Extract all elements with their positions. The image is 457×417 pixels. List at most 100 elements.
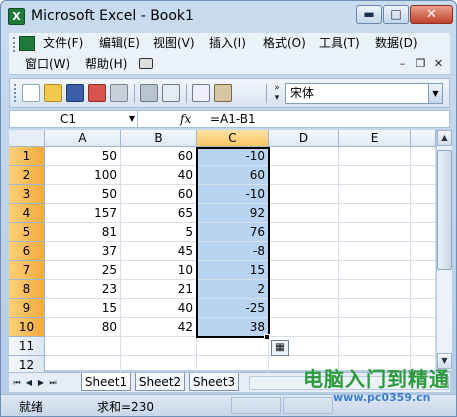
cell-e6[interactable]	[339, 242, 411, 261]
cell-f4[interactable]	[411, 204, 436, 223]
cell-b7[interactable]: 10	[121, 261, 197, 280]
toolbar-grip[interactable]	[14, 84, 17, 102]
row-header[interactable]: 4	[9, 204, 45, 223]
close-button[interactable]: ✕	[410, 5, 453, 24]
cell-e7[interactable]	[339, 261, 411, 280]
cell-f11[interactable]	[411, 337, 436, 356]
cell-d2[interactable]	[269, 166, 339, 185]
chevron-down-icon[interactable]: ▼	[428, 84, 442, 103]
menu-view[interactable]: 视图(V)	[153, 33, 195, 53]
worksheet-grid[interactable]: A B C D E 1 50 60 -10 2 100 40 60 3 50 60 -10 4 157 65…	[9, 130, 436, 375]
cell-d5[interactable]	[269, 223, 339, 242]
tab-sheet1[interactable]: Sheet1	[81, 373, 131, 391]
cell-d1[interactable]	[269, 147, 339, 166]
cell-c3[interactable]: -10	[197, 185, 269, 204]
cell-a8[interactable]: 23	[45, 280, 121, 299]
cell-a9[interactable]: 15	[45, 299, 121, 318]
column-header-b[interactable]: B	[121, 130, 197, 147]
cell-e3[interactable]	[339, 185, 411, 204]
cell-b4[interactable]: 65	[121, 204, 197, 223]
workbook-icon[interactable]	[19, 36, 35, 51]
cell-f8[interactable]	[411, 280, 436, 299]
paste-options-icon[interactable]: ▦	[271, 340, 289, 356]
tab-sheet3[interactable]: Sheet3	[189, 373, 239, 391]
cell-e11[interactable]	[339, 337, 411, 356]
cell-f7[interactable]	[411, 261, 436, 280]
cell-a11[interactable]	[45, 337, 121, 356]
scroll-up-icon[interactable]: ▲	[437, 130, 452, 146]
camera-icon[interactable]	[139, 58, 153, 69]
cell-e5[interactable]	[339, 223, 411, 242]
column-header-overflow[interactable]	[411, 130, 436, 147]
cell-c6[interactable]: -8	[197, 242, 269, 261]
open-folder-icon[interactable]	[44, 84, 62, 102]
toolbar-options-icon[interactable]: » ▾	[273, 83, 281, 104]
cell-b1[interactable]: 60	[121, 147, 197, 166]
scroll-thumb[interactable]	[437, 150, 452, 270]
cell-e2[interactable]	[339, 166, 411, 185]
cell-d8[interactable]	[269, 280, 339, 299]
cell-d3[interactable]	[269, 185, 339, 204]
menu-edit[interactable]: 编辑(E)	[99, 33, 140, 53]
menu-tools[interactable]: 工具(T)	[319, 33, 360, 53]
new-document-icon[interactable]	[22, 84, 40, 102]
title-bar[interactable]: X Microsoft Excel - Book1 ▬ □ ✕	[1, 1, 456, 33]
last-sheet-icon[interactable]: ⏭	[47, 375, 59, 391]
cell-a7[interactable]: 25	[45, 261, 121, 280]
cell-e1[interactable]	[339, 147, 411, 166]
minimize-button[interactable]: ▬	[356, 5, 382, 24]
tab-sheet2[interactable]: Sheet2	[135, 373, 185, 391]
font-name-select[interactable]: 宋体 ▼	[285, 83, 443, 104]
spelling-icon[interactable]	[192, 84, 210, 102]
cell-c11[interactable]	[197, 337, 269, 356]
cell-b5[interactable]: 5	[121, 223, 197, 242]
menu-file[interactable]: 文件(F)	[43, 33, 83, 53]
menu-insert[interactable]: 插入(I)	[209, 33, 246, 53]
cell-c2[interactable]: 60	[197, 166, 269, 185]
scroll-down-icon[interactable]: ▼	[437, 353, 452, 369]
mdi-close-button[interactable]: ✕	[431, 55, 446, 72]
cell-e9[interactable]	[339, 299, 411, 318]
cell-e10[interactable]	[339, 318, 411, 337]
row-header[interactable]: 8	[9, 280, 45, 299]
cell-f1[interactable]	[411, 147, 436, 166]
maximize-button[interactable]: □	[383, 5, 409, 24]
cell-c8[interactable]: 2	[197, 280, 269, 299]
next-sheet-icon[interactable]: ▶	[35, 375, 47, 391]
print-preview-icon[interactable]	[162, 84, 180, 102]
cell-f5[interactable]	[411, 223, 436, 242]
cell-c7[interactable]: 15	[197, 261, 269, 280]
cell-b2[interactable]: 40	[121, 166, 197, 185]
cell-d6[interactable]	[269, 242, 339, 261]
cell-f6[interactable]	[411, 242, 436, 261]
cell-f9[interactable]	[411, 299, 436, 318]
cell-b10[interactable]: 42	[121, 318, 197, 337]
cell-a2[interactable]: 100	[45, 166, 121, 185]
row-header[interactable]: 6	[9, 242, 45, 261]
email-icon[interactable]	[110, 84, 128, 102]
cell-e8[interactable]	[339, 280, 411, 299]
vertical-scrollbar[interactable]: ▲ ▼	[436, 130, 452, 370]
column-header-c[interactable]: C	[197, 130, 269, 147]
column-header-e[interactable]: E	[339, 130, 411, 147]
column-header-d[interactable]: D	[269, 130, 339, 147]
row-header[interactable]: 9	[9, 299, 45, 318]
row-header[interactable]: 7	[9, 261, 45, 280]
menu-grip[interactable]	[13, 37, 16, 52]
permission-icon[interactable]	[88, 84, 106, 102]
select-all-corner[interactable]	[9, 130, 45, 147]
cell-b6[interactable]: 45	[121, 242, 197, 261]
formula-input[interactable]: =A1-B1	[210, 111, 256, 127]
print-icon[interactable]	[140, 84, 158, 102]
menu-data[interactable]: 数据(D)	[375, 33, 418, 53]
chevron-down-icon[interactable]: ▼	[129, 111, 135, 127]
cell-b9[interactable]: 40	[121, 299, 197, 318]
research-icon[interactable]	[214, 84, 232, 102]
row-header[interactable]: 11	[9, 337, 45, 356]
horizontal-scrollbar[interactable]	[249, 376, 449, 390]
cell-d7[interactable]	[269, 261, 339, 280]
first-sheet-icon[interactable]: ⏮	[11, 375, 23, 391]
cell-c10[interactable]: 38	[197, 318, 269, 337]
menu-window[interactable]: 窗口(W)	[25, 54, 70, 74]
cell-d9[interactable]	[269, 299, 339, 318]
